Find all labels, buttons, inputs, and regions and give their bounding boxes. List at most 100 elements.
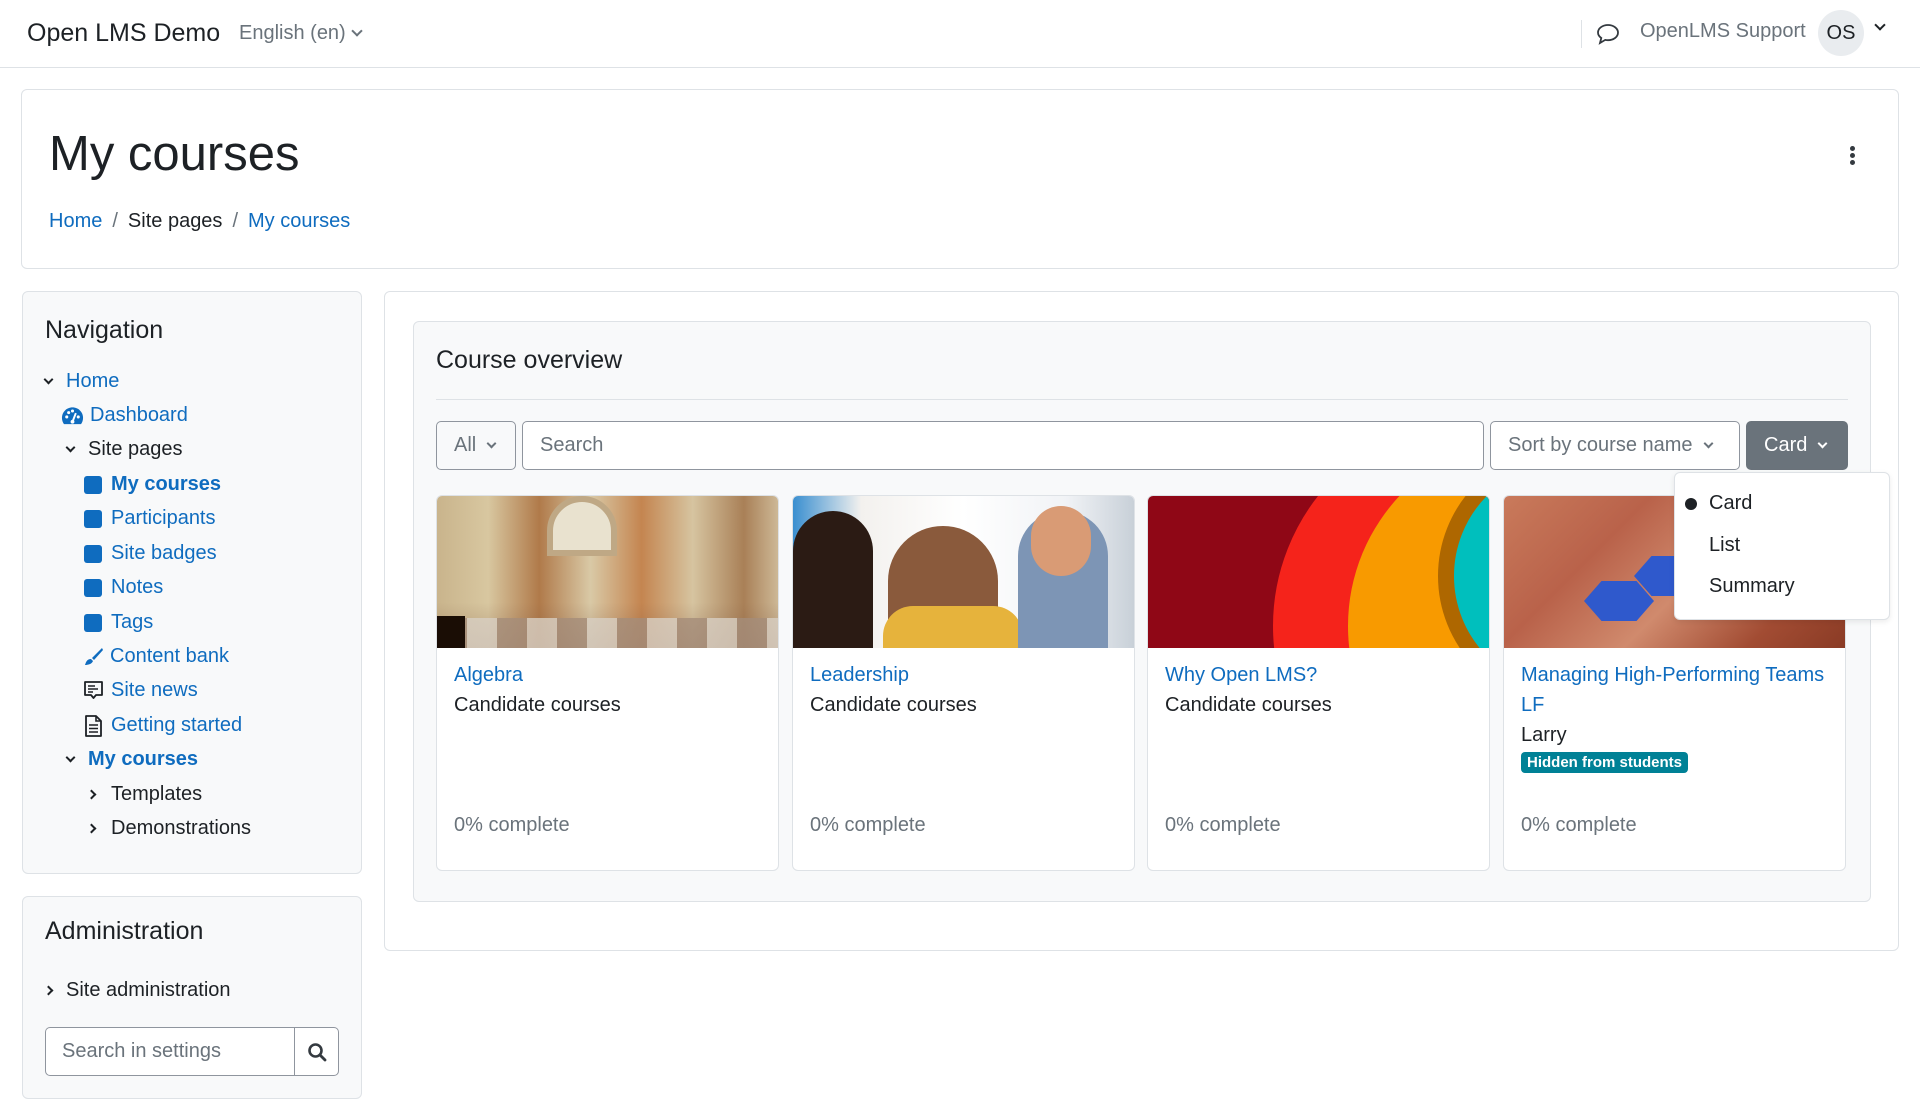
nav-item-label: Demonstrations xyxy=(111,817,252,839)
language-menu[interactable]: English (en) xyxy=(239,22,363,45)
search-icon xyxy=(307,1042,326,1061)
chevron-down-icon[interactable] xyxy=(43,374,54,384)
course-overview-title: Course overview xyxy=(436,346,623,374)
dashboard-icon xyxy=(61,406,84,424)
site-brand[interactable]: Open LMS Demo xyxy=(27,19,220,48)
course-category: Candidate courses xyxy=(454,694,621,716)
chevron-down-icon xyxy=(1817,438,1828,448)
administration-block: Administration Site administration xyxy=(22,896,362,1099)
chevron-down-icon[interactable] xyxy=(65,442,76,452)
course-name-link[interactable]: Leadership xyxy=(810,660,1124,690)
view-mode-label: Card xyxy=(1764,434,1808,456)
chevron-down-icon[interactable] xyxy=(65,752,76,762)
course-overview-block: Course overview All Sort by course name … xyxy=(413,321,1871,902)
course-name-link[interactable]: Why Open LMS? xyxy=(1165,660,1479,690)
nav-item-site-badges[interactable]: Site badges xyxy=(84,542,217,565)
breadcrumb-separator: / xyxy=(232,210,238,232)
top-navbar: Open LMS Demo English (en) OpenLMS Suppo… xyxy=(0,0,1920,68)
user-menu-chevron-down-icon[interactable] xyxy=(1874,19,1886,31)
nav-item-label[interactable]: Notes xyxy=(111,576,163,599)
grouping-filter-label: All xyxy=(454,434,477,456)
course-image[interactable] xyxy=(1148,496,1489,648)
breadcrumb-home[interactable]: Home xyxy=(49,210,102,233)
nav-item-notes[interactable]: Notes xyxy=(84,576,163,599)
grouping-filter-dropdown[interactable]: All xyxy=(436,421,516,470)
nav-item-label: Templates xyxy=(111,783,203,805)
nav-item-getting-started[interactable]: Getting started xyxy=(84,714,242,737)
view-mode-dropdown[interactable]: Card xyxy=(1746,421,1848,470)
square-icon xyxy=(84,544,102,563)
course-card[interactable]: Why Open LMS? Candidate courses 0% compl… xyxy=(1147,495,1490,871)
view-option-summary[interactable]: Summary xyxy=(1675,567,1889,605)
course-progress: 0% complete xyxy=(1165,814,1281,836)
nav-item-label[interactable]: My courses xyxy=(88,748,198,771)
nav-item-my-courses[interactable]: My courses xyxy=(84,473,221,496)
chevron-right-icon[interactable] xyxy=(43,985,54,996)
paintbrush-icon xyxy=(85,647,103,665)
course-name-link[interactable]: Algebra xyxy=(454,660,768,690)
course-name-link[interactable]: Managing High-Performing Teams LF xyxy=(1521,660,1835,720)
navigation-title: Navigation xyxy=(45,316,164,344)
settings-search-input[interactable] xyxy=(45,1027,294,1076)
selected-dot-icon xyxy=(1685,498,1697,510)
course-image[interactable] xyxy=(793,496,1134,648)
nav-item-dashboard[interactable]: Dashboard xyxy=(61,404,188,427)
course-image[interactable] xyxy=(437,496,778,648)
course-category: Candidate courses xyxy=(1165,694,1332,716)
avatar[interactable]: OS xyxy=(1818,10,1864,56)
chevron-down-icon xyxy=(1703,438,1713,448)
breadcrumb-separator: / xyxy=(112,210,118,232)
square-icon xyxy=(84,613,102,632)
chevron-right-icon[interactable] xyxy=(86,823,97,834)
course-progress: 0% complete xyxy=(810,814,926,836)
nav-item-label[interactable]: Home xyxy=(66,370,119,393)
forum-icon xyxy=(84,680,103,699)
breadcrumb-my-courses[interactable]: My courses xyxy=(248,210,350,233)
nav-item-tags[interactable]: Tags xyxy=(84,611,153,634)
course-progress: 0% complete xyxy=(454,814,570,836)
course-card[interactable]: Algebra Candidate courses 0% complete xyxy=(436,495,779,871)
course-search-field[interactable] xyxy=(522,421,1484,470)
main-region: Course overview All Sort by course name … xyxy=(384,291,1899,951)
course-card[interactable]: Leadership Candidate courses 0% complete xyxy=(792,495,1135,871)
nav-item-label: Site administration xyxy=(66,979,231,1001)
sort-dropdown[interactable]: Sort by course name xyxy=(1490,421,1740,470)
nav-item-label[interactable]: Participants xyxy=(111,507,216,530)
breadcrumb: Home / Site pages / My courses xyxy=(49,210,350,233)
nav-item-content-bank[interactable]: Content bank xyxy=(82,645,229,668)
nav-item-label[interactable]: Getting started xyxy=(111,714,242,737)
nav-item-label[interactable]: My courses xyxy=(111,473,221,496)
nav-item-my-courses-section[interactable]: My courses xyxy=(65,748,198,771)
sort-label: Sort by course name xyxy=(1508,434,1693,456)
nav-item-home[interactable]: Home xyxy=(43,370,119,393)
user-name[interactable]: OpenLMS Support xyxy=(1640,20,1806,43)
nav-item-templates[interactable]: Templates xyxy=(86,783,203,806)
kebab-menu-icon[interactable] xyxy=(1844,146,1860,172)
square-icon xyxy=(84,578,102,597)
view-option-label: Summary xyxy=(1709,574,1795,597)
nav-item-site-pages[interactable]: Site pages xyxy=(65,438,183,461)
divider xyxy=(436,399,1848,400)
nav-item-label[interactable]: Site badges xyxy=(111,542,217,565)
view-option-list[interactable]: List xyxy=(1675,526,1889,564)
nav-item-label: Site pages xyxy=(88,438,183,460)
nav-item-site-news[interactable]: Site news xyxy=(83,679,198,702)
hidden-status-badge: Hidden from students xyxy=(1521,752,1689,773)
settings-search-button[interactable] xyxy=(294,1027,339,1076)
nav-item-demonstrations[interactable]: Demonstrations xyxy=(86,817,252,840)
view-option-card[interactable]: Card xyxy=(1675,484,1889,522)
settings-search xyxy=(45,1027,339,1076)
speech-bubble-icon[interactable] xyxy=(1596,23,1620,45)
chevron-down-icon xyxy=(486,438,497,448)
nav-item-label[interactable]: Dashboard xyxy=(90,404,188,427)
page-icon xyxy=(85,714,102,737)
page-title: My courses xyxy=(49,127,300,181)
nav-item-label[interactable]: Tags xyxy=(111,611,153,634)
course-search-input[interactable] xyxy=(540,434,1483,457)
administration-title: Administration xyxy=(45,917,204,945)
nav-item-participants[interactable]: Participants xyxy=(84,507,216,530)
nav-item-label[interactable]: Content bank xyxy=(110,645,229,668)
chevron-right-icon[interactable] xyxy=(86,789,97,800)
nav-item-site-administration[interactable]: Site administration xyxy=(43,979,231,1002)
nav-item-label[interactable]: Site news xyxy=(111,679,198,702)
